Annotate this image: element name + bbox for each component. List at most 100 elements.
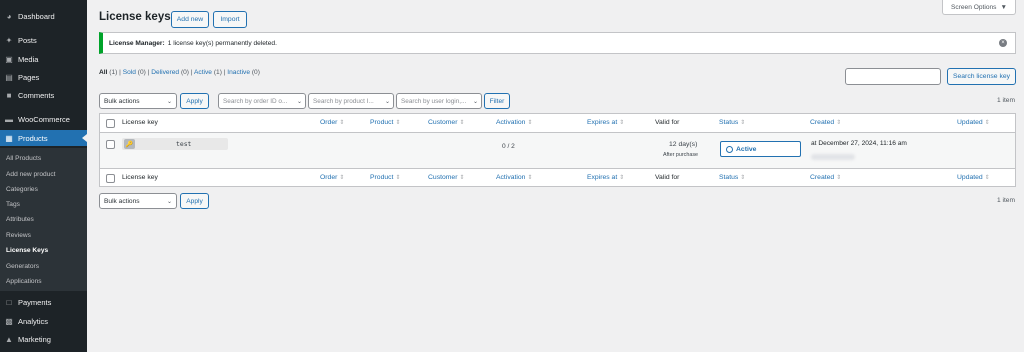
column-label: Expires at (587, 174, 618, 181)
column-product[interactable]: Product ⇕ (370, 174, 400, 181)
products-submenu: All Products Add new product Categories … (0, 148, 87, 291)
menu-pages[interactable]: ▤ Pages (0, 69, 87, 85)
admin-sidebar: ◕ Dashboard ✦ Posts ▣ Media ▤ Pages ■ Co… (0, 0, 87, 352)
submenu-add-new-product[interactable]: Add new product (6, 169, 56, 180)
add-new-button[interactable]: Add new (171, 11, 209, 28)
submenu-license-keys[interactable]: License Keys (6, 245, 48, 256)
placeholder: Search by product I... (313, 97, 374, 105)
chevron-down-icon: ⌄ (166, 199, 172, 205)
column-valid-for: Valid for (655, 174, 680, 181)
view-inactive[interactable]: Inactive (227, 69, 250, 76)
comment-icon: ■ (6, 90, 12, 100)
status-views: All (1) | Sold (0) | Delivered (0) | Act… (99, 69, 260, 76)
pages-icon: ▤ (5, 72, 13, 82)
column-label: Activation (496, 119, 526, 126)
menu-marketing[interactable]: ▲ Marketing (0, 331, 87, 347)
products-icon: ▦ (5, 133, 13, 143)
menu-payments[interactable]: □ Payments (0, 294, 87, 310)
product-search-input[interactable]: Search by product I... ⌄ (308, 93, 394, 109)
column-created[interactable]: Created ⇕ (810, 174, 841, 181)
woocommerce-icon: ▬ (5, 114, 13, 124)
column-label: Updated (957, 119, 983, 126)
column-label: Customer (428, 174, 458, 181)
sort-icon: ⇕ (740, 120, 746, 126)
placeholder: Search by user login,... (401, 97, 467, 105)
menu-comments[interactable]: ■ Comments (0, 87, 87, 103)
table-row: 🔑 test 0 / 2 12 day(s) After purchase Ac… (100, 133, 1015, 168)
menu-products[interactable]: ▦ Products (0, 130, 87, 146)
apply-button-bottom[interactable]: Apply (180, 193, 209, 209)
submenu-attributes[interactable]: Attributes (6, 214, 34, 225)
column-label: Status (719, 119, 739, 126)
column-updated[interactable]: Updated ⇕ (957, 119, 990, 126)
view-delivered[interactable]: Delivered (151, 69, 179, 76)
submenu-categories[interactable]: Categories (6, 184, 38, 195)
sort-icon: ⇕ (527, 175, 533, 181)
order-search-input[interactable]: Search by order ID o... ⌄ (218, 93, 306, 109)
menu-media[interactable]: ▣ Media (0, 51, 87, 67)
menu-dashboard[interactable]: ◕ Dashboard (0, 8, 87, 24)
submenu-applications[interactable]: Applications (6, 276, 42, 287)
sort-icon: ⇕ (395, 120, 401, 126)
search-license-key-button[interactable]: Search license key (947, 68, 1016, 85)
column-expires-at[interactable]: Expires at ⇕ (587, 119, 624, 126)
notice-strong: License Manager: (109, 39, 165, 47)
user-search-input[interactable]: Search by user login,... ⌄ (396, 93, 482, 109)
column-label: Customer (428, 119, 458, 126)
sort-icon: ⇕ (740, 175, 746, 181)
license-keys-table: License key Order ⇕ Product ⇕ Customer ⇕ Ac… (99, 113, 1016, 187)
column-product[interactable]: Product ⇕ (370, 119, 400, 126)
view-count: (0) (137, 69, 146, 76)
submenu-reviews[interactable]: Reviews (6, 230, 31, 241)
bulk-actions-select-bottom[interactable]: Bulk actions ⌄ (99, 193, 177, 209)
menu-label: Pages (18, 72, 40, 82)
view-all[interactable]: All (99, 69, 107, 76)
menu-posts[interactable]: ✦ Posts (0, 32, 87, 48)
submenu-generators[interactable]: Generators (6, 261, 39, 272)
column-label: Expires at (587, 119, 618, 126)
column-order[interactable]: Order ⇕ (320, 119, 344, 126)
apply-button-top[interactable]: Apply (180, 93, 209, 109)
select-all-checkbox[interactable] (106, 174, 115, 183)
view-count: (1) (109, 69, 118, 76)
column-customer[interactable]: Customer ⇕ (428, 174, 465, 181)
created-value: at December 27, 2024, 11:16 am (811, 140, 907, 147)
column-label: Updated (957, 174, 983, 181)
row-checkbox[interactable] (106, 140, 115, 149)
filter-button[interactable]: Filter (484, 93, 510, 109)
column-order[interactable]: Order ⇕ (320, 174, 344, 181)
submenu-all-products[interactable]: All Products (6, 153, 41, 164)
menu-analytics[interactable]: ▩ Analytics (0, 313, 87, 329)
column-label: Status (719, 174, 739, 181)
column-label: Activation (496, 174, 526, 181)
menu-woocommerce[interactable]: ▬ WooCommerce (0, 111, 87, 127)
screen-options-button[interactable]: Screen Options ▼ (942, 0, 1016, 15)
key-icon[interactable]: 🔑 (124, 139, 135, 149)
view-count: (0) (180, 69, 189, 76)
dismiss-icon[interactable]: × (999, 39, 1007, 47)
select-value: Bulk actions (104, 97, 140, 105)
view-sold[interactable]: Sold (123, 69, 136, 76)
import-button[interactable]: Import (213, 11, 247, 28)
column-activation[interactable]: Activation ⇕ (496, 119, 533, 126)
pin-icon: ✦ (5, 35, 13, 45)
select-all-checkbox[interactable] (106, 119, 115, 128)
column-expires-at[interactable]: Expires at ⇕ (587, 174, 624, 181)
analytics-icon: ▩ (5, 316, 13, 326)
status-badge[interactable]: Active (720, 141, 801, 157)
column-status[interactable]: Status ⇕ (719, 174, 745, 181)
megaphone-icon: ▲ (5, 334, 13, 344)
view-count: (1) (213, 69, 222, 76)
bulk-actions-select-top[interactable]: Bulk actions ⌄ (99, 93, 177, 109)
media-icon: ▣ (5, 54, 13, 64)
view-active[interactable]: Active (194, 69, 212, 76)
column-created[interactable]: Created ⇕ (810, 119, 841, 126)
column-customer[interactable]: Customer ⇕ (428, 119, 465, 126)
search-input[interactable] (845, 68, 941, 85)
column-status[interactable]: Status ⇕ (719, 119, 745, 126)
submenu-tags[interactable]: Tags (6, 199, 20, 210)
column-label: Order (320, 119, 338, 126)
items-count-bottom: 1 item (997, 197, 1015, 204)
column-activation[interactable]: Activation ⇕ (496, 174, 533, 181)
column-updated[interactable]: Updated ⇕ (957, 174, 990, 181)
